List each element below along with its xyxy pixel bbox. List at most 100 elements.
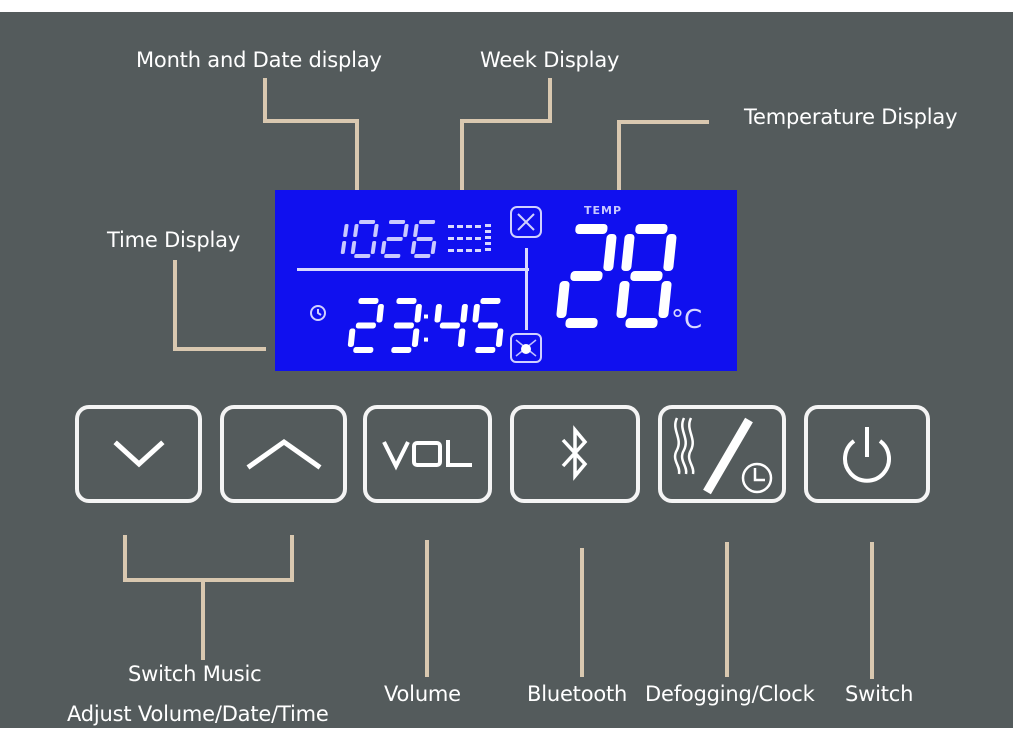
segment-b [343, 224, 349, 237]
segment-e [380, 241, 387, 254]
lcd-display: TEMP °C [275, 190, 737, 371]
seven-segment-digit [556, 224, 617, 328]
leader-month-date-h [263, 119, 359, 123]
leader-bluetooth [580, 548, 584, 677]
defog-clock-button[interactable] [658, 405, 786, 503]
label-switch: Switch [845, 682, 914, 706]
segment-a [396, 298, 417, 304]
leader-defog-clock [725, 542, 729, 677]
power-icon [843, 427, 891, 483]
segment-d [625, 318, 658, 328]
leader-week-v1 [548, 78, 552, 123]
seven-segment-digit [350, 220, 379, 258]
seven-segment-digit [391, 298, 422, 353]
segment-e [410, 241, 417, 254]
leader-volume [425, 540, 429, 677]
leader-week-h [460, 119, 552, 123]
segment-d [475, 347, 496, 353]
label-defog-clock: Defogging/Clock [645, 682, 815, 706]
lcd-graphics: TEMP °C [297, 204, 702, 363]
segment-c [411, 328, 420, 347]
lcd-time-digits [347, 298, 504, 353]
down-button[interactable] [75, 405, 202, 503]
segment-g [355, 322, 376, 329]
seven-segment-digit [434, 304, 468, 347]
colon-dot [424, 337, 428, 342]
vol-icon [381, 440, 472, 471]
segment-g [439, 322, 460, 329]
segment-e [556, 281, 570, 318]
segment-g [630, 271, 663, 281]
label-week: Week Display [480, 48, 620, 72]
segment-g [477, 322, 498, 329]
leader-switch-music-right [290, 535, 294, 582]
seven-segment-digit [616, 224, 677, 328]
clock-icon [741, 462, 773, 494]
segment-g [416, 237, 433, 241]
segment-a [575, 224, 608, 234]
leader-month-date-v1 [263, 78, 267, 123]
lcd-temp-label: TEMP [584, 204, 622, 217]
segment-b [603, 234, 617, 271]
segment-c [370, 241, 377, 254]
label-bluetooth: Bluetooth [527, 682, 628, 706]
colon-dot [424, 314, 428, 319]
segment-a [358, 298, 379, 304]
segment-a [388, 220, 406, 224]
lcd-date-digits [340, 220, 437, 258]
segment-b [403, 224, 409, 237]
bluetooth-icon [561, 425, 588, 481]
lcd-heat-indicator-icon [510, 333, 542, 363]
leader-switch [870, 542, 874, 679]
lcd-divider-h [297, 268, 529, 271]
label-temperature: Temperature Display [744, 105, 958, 129]
segment-f [353, 224, 359, 237]
leader-time-v [173, 260, 177, 351]
segment-e [350, 241, 357, 254]
segment-a [418, 220, 436, 224]
defog-clock-icon [673, 417, 773, 495]
up-button[interactable] [220, 405, 347, 503]
label-adjust: Adjust Volume/Date/Time [67, 702, 329, 726]
segment-d [565, 318, 598, 328]
segment-d [391, 347, 412, 353]
seven-segment-digit [380, 220, 409, 258]
seven-segment-digit [347, 298, 384, 353]
lcd-divider-v [525, 248, 528, 330]
chevron-up-icon [246, 438, 321, 470]
segment-b [414, 304, 422, 323]
label-volume: Volume [384, 682, 461, 706]
lcd-clock-icon [310, 305, 326, 321]
label-month-date: Month and Date display [136, 48, 382, 72]
bluetooth-button[interactable] [510, 405, 640, 503]
leader-time-h [173, 347, 266, 351]
segment-c [430, 241, 437, 254]
segment-f [621, 234, 635, 271]
volume-button[interactable]: VOL [363, 405, 492, 503]
segment-d [384, 254, 401, 258]
defog-waves-icon [673, 417, 695, 475]
segment-d [354, 254, 371, 258]
segment-g [570, 271, 603, 281]
segment-d [353, 347, 374, 353]
segment-f [413, 224, 419, 237]
segment-g [393, 322, 414, 329]
label-time: Time Display [107, 228, 241, 252]
seven-segment-digit [340, 224, 349, 254]
seven-segment-digit [410, 220, 437, 258]
leader-month-date-v2 [355, 119, 359, 201]
power-button[interactable] [804, 405, 930, 503]
segment-a [358, 220, 376, 224]
segment-d [414, 254, 431, 258]
segment-c [658, 281, 672, 318]
segment-b [376, 304, 384, 323]
segment-c [457, 328, 466, 347]
segment-c [340, 241, 347, 254]
lcd-defog-indicator-icon [510, 206, 542, 238]
segment-b [663, 234, 677, 271]
leader-switch-music-left [123, 535, 127, 582]
segment-f [434, 304, 442, 323]
lcd-temp-digits [556, 224, 677, 328]
chevron-down-icon [112, 440, 165, 468]
segment-g [386, 237, 403, 241]
